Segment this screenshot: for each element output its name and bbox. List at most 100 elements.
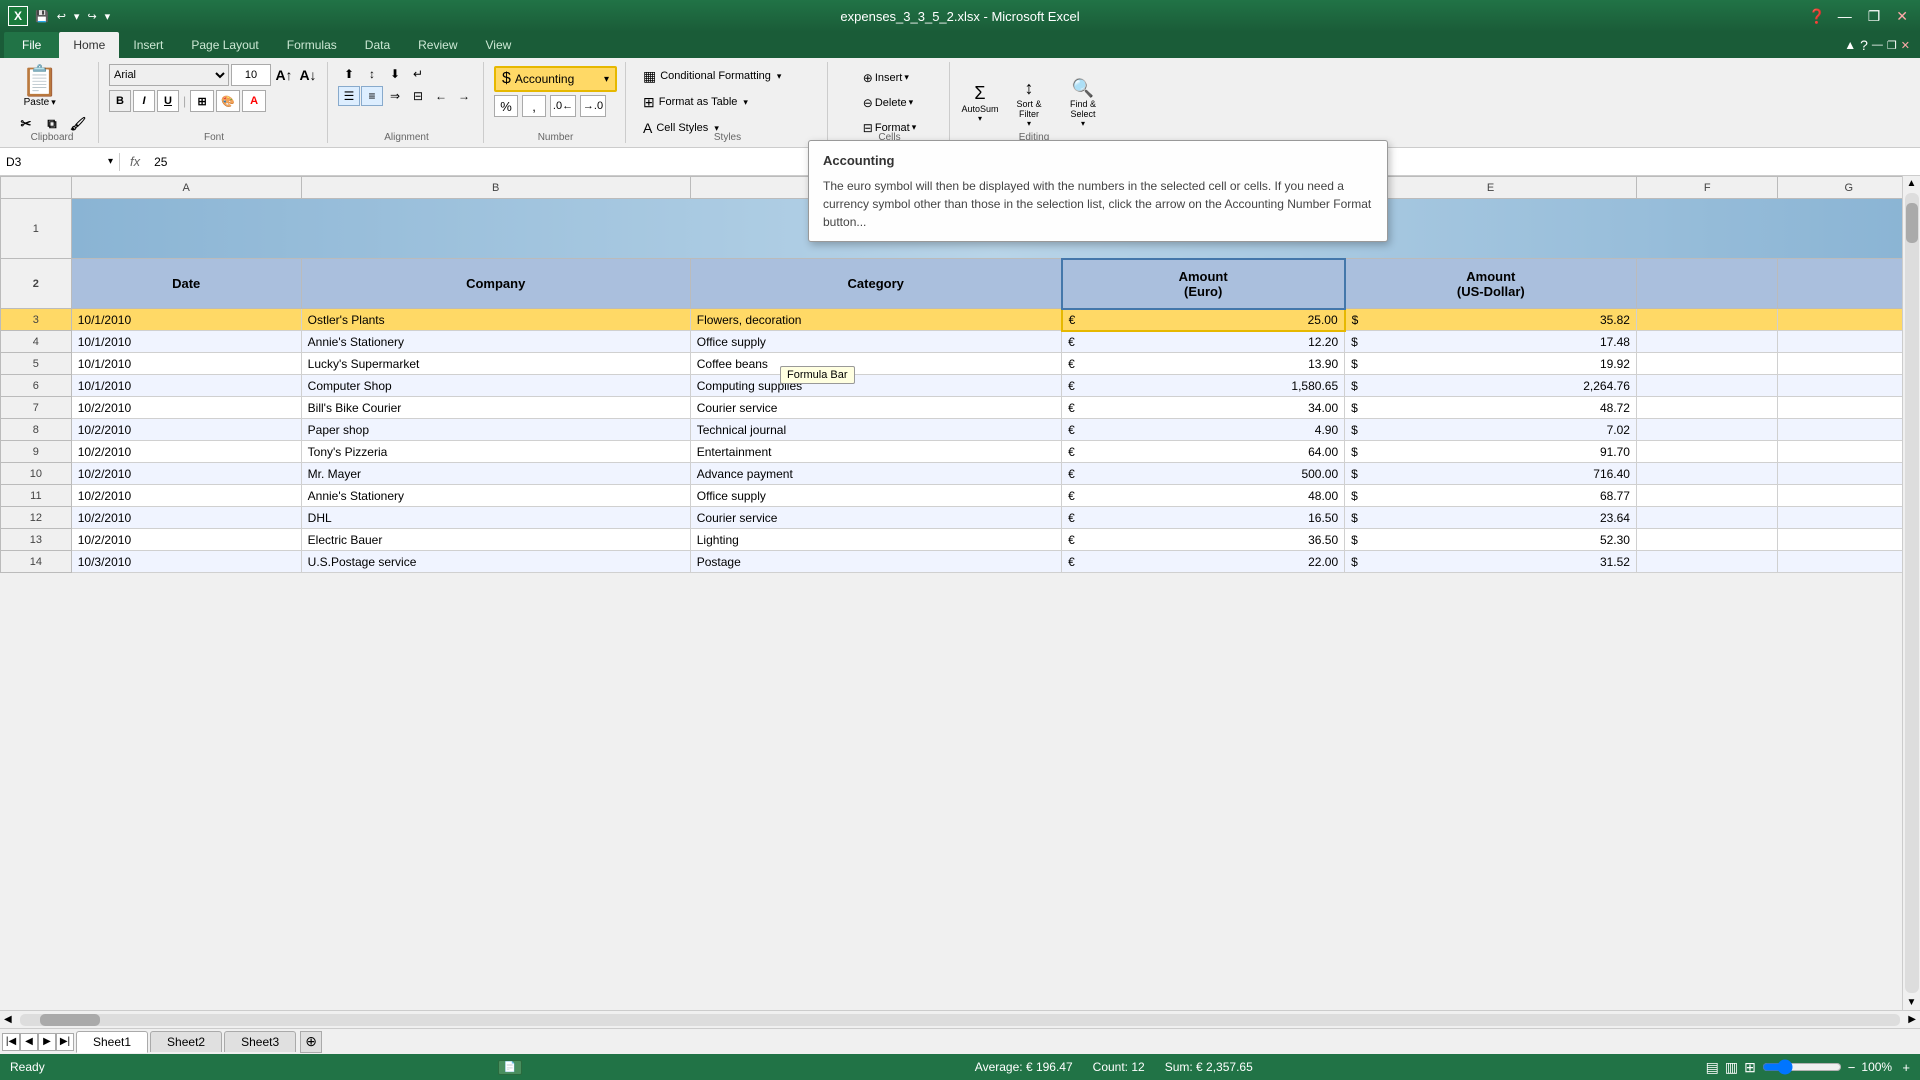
cell-dollar-12[interactable]: $23.64 <box>1345 507 1637 529</box>
cell-f-4[interactable] <box>1636 331 1777 353</box>
cell-euro-10[interactable]: €500.00 <box>1062 463 1345 485</box>
cell-company-14[interactable]: U.S.Postage service <box>301 551 690 573</box>
cell-date-12[interactable]: 10/2/2010 <box>71 507 301 529</box>
sheet-first-button[interactable]: |◀ <box>2 1033 20 1051</box>
cell-g-3[interactable] <box>1778 309 1920 331</box>
cell-f-12[interactable] <box>1636 507 1777 529</box>
cell-euro-7[interactable]: €34.00 <box>1062 397 1345 419</box>
cell-euro-9[interactable]: €64.00 <box>1062 441 1345 463</box>
cell-g-12[interactable] <box>1778 507 1920 529</box>
normal-view-button[interactable]: 📄 <box>498 1060 522 1075</box>
cell-dollar-4[interactable]: $17.48 <box>1345 331 1637 353</box>
cell-category-8[interactable]: Technical journal <box>690 419 1061 441</box>
tab-data[interactable]: Data <box>351 32 404 58</box>
decrease-decimal-button[interactable]: .0← <box>550 95 576 117</box>
cell-company-8[interactable]: Paper shop <box>301 419 690 441</box>
sheet-next-button[interactable]: ▶ <box>38 1033 56 1051</box>
col-header-e[interactable]: E <box>1345 177 1637 199</box>
cell-dollar-13[interactable]: $52.30 <box>1345 529 1637 551</box>
cell-date-14[interactable]: 10/3/2010 <box>71 551 301 573</box>
col-header-g[interactable]: G <box>1778 177 1920 199</box>
align-bottom-button[interactable]: ⬇ <box>384 64 406 84</box>
percent-button[interactable]: % <box>494 95 518 117</box>
view-layout-icon[interactable]: ▥ <box>1725 1059 1738 1076</box>
zoom-increase-button[interactable]: + <box>1902 1060 1910 1075</box>
align-right-button[interactable]: ⇒ <box>384 86 406 106</box>
cell-g-4[interactable] <box>1778 331 1920 353</box>
minimize-button[interactable]: — <box>1834 8 1856 24</box>
cell-f-5[interactable] <box>1636 353 1777 375</box>
cell-euro-6[interactable]: €1,580.65 <box>1062 375 1345 397</box>
cell-euro-4[interactable]: €12.20 <box>1062 331 1345 353</box>
h-scroll-right[interactable]: ▶ <box>1904 1014 1920 1025</box>
cell-category-13[interactable]: Lighting <box>690 529 1061 551</box>
cell-dollar-14[interactable]: $31.52 <box>1345 551 1637 573</box>
cell-f-10[interactable] <box>1636 463 1777 485</box>
cell-dollar-9[interactable]: $91.70 <box>1345 441 1637 463</box>
new-sheet-button[interactable]: ⊕ <box>300 1031 322 1053</box>
cell-euro-12[interactable]: €16.50 <box>1062 507 1345 529</box>
save-button[interactable]: 💾 <box>32 8 52 25</box>
cell-dollar-3[interactable]: $35.82 <box>1345 309 1637 331</box>
cell-euro-8[interactable]: €4.90 <box>1062 419 1345 441</box>
sheet-tab-3[interactable]: Sheet3 <box>224 1031 296 1052</box>
cell-date-3[interactable]: 10/1/2010 <box>71 309 301 331</box>
cell-euro-13[interactable]: €36.50 <box>1062 529 1345 551</box>
insert-cells-button[interactable]: ⊕ Insert ▾ <box>858 66 921 90</box>
delete-cells-button[interactable]: ⊖ Delete ▾ <box>858 91 921 115</box>
tab-file[interactable]: File <box>4 32 59 58</box>
font-increase-button[interactable]: A↑ <box>273 64 295 86</box>
cell-company-12[interactable]: DHL <box>301 507 690 529</box>
cell-euro-11[interactable]: €48.00 <box>1062 485 1345 507</box>
comma-button[interactable]: , <box>522 95 546 117</box>
align-top-button[interactable]: ⬆ <box>338 64 360 84</box>
bold-button[interactable]: B <box>109 90 131 112</box>
cell-company-4[interactable]: Annie's Stationery <box>301 331 690 353</box>
cell-g-14[interactable] <box>1778 551 1920 573</box>
vertical-scrollbar[interactable]: ▲ ▼ <box>1902 176 1920 1010</box>
tab-review[interactable]: Review <box>404 32 471 58</box>
sort-filter-button[interactable]: ↕ Sort &Filter ▾ <box>1004 75 1054 131</box>
cell-g-8[interactable] <box>1778 419 1920 441</box>
cell-company-11[interactable]: Annie's Stationery <box>301 485 690 507</box>
col-header-a[interactable]: A <box>71 177 301 199</box>
help-button[interactable]: ❓ <box>1808 8 1825 25</box>
font-decrease-button[interactable]: A↓ <box>297 64 319 86</box>
redo-button[interactable]: ↪ <box>84 8 99 25</box>
wrap-text-button[interactable]: ↵ <box>407 64 429 84</box>
cell-g-10[interactable] <box>1778 463 1920 485</box>
increase-decimal-button[interactable]: →.0 <box>580 95 606 117</box>
align-left-button[interactable]: ☰ <box>338 86 360 106</box>
h-scroll-left[interactable]: ◀ <box>0 1014 16 1025</box>
cell-company-13[interactable]: Electric Bauer <box>301 529 690 551</box>
tab-insert[interactable]: Insert <box>119 32 177 58</box>
cell-date-13[interactable]: 10/2/2010 <box>71 529 301 551</box>
sheet-tab-1[interactable]: Sheet1 <box>76 1031 148 1053</box>
scroll-thumb[interactable] <box>1906 203 1918 243</box>
cell-category-7[interactable]: Courier service <box>690 397 1061 419</box>
cell-g-6[interactable] <box>1778 375 1920 397</box>
border-button[interactable]: ⊞ <box>190 90 214 112</box>
cell-g-11[interactable] <box>1778 485 1920 507</box>
cell-date-8[interactable]: 10/2/2010 <box>71 419 301 441</box>
sheet-last-button[interactable]: ▶| <box>56 1033 74 1051</box>
cell-dollar-10[interactable]: $716.40 <box>1345 463 1637 485</box>
fill-color-button[interactable]: 🎨 <box>216 90 240 112</box>
align-middle-button[interactable]: ↕ <box>361 64 383 84</box>
ribbon-restore-icon[interactable]: ❐ <box>1887 39 1897 52</box>
cell-date-11[interactable]: 10/2/2010 <box>71 485 301 507</box>
cell-category-3[interactable]: Flowers, decoration <box>690 309 1061 331</box>
cell-f-6[interactable] <box>1636 375 1777 397</box>
autosum-button[interactable]: Σ AutoSum ▾ <box>960 75 1000 131</box>
cell-company-6[interactable]: Computer Shop <box>301 375 690 397</box>
cell-company-7[interactable]: Bill's Bike Courier <box>301 397 690 419</box>
cell-euro-5[interactable]: €13.90 <box>1062 353 1345 375</box>
cell-f-13[interactable] <box>1636 529 1777 551</box>
cell-dollar-8[interactable]: $7.02 <box>1345 419 1637 441</box>
restore-button[interactable]: ❐ <box>1864 8 1885 25</box>
tab-page-layout[interactable]: Page Layout <box>177 32 272 58</box>
italic-button[interactable]: I <box>133 90 155 112</box>
cell-ref-dropdown[interactable]: ▾ <box>108 156 113 167</box>
cell-company-10[interactable]: Mr. Mayer <box>301 463 690 485</box>
align-center-button[interactable]: ≡ <box>361 86 383 106</box>
